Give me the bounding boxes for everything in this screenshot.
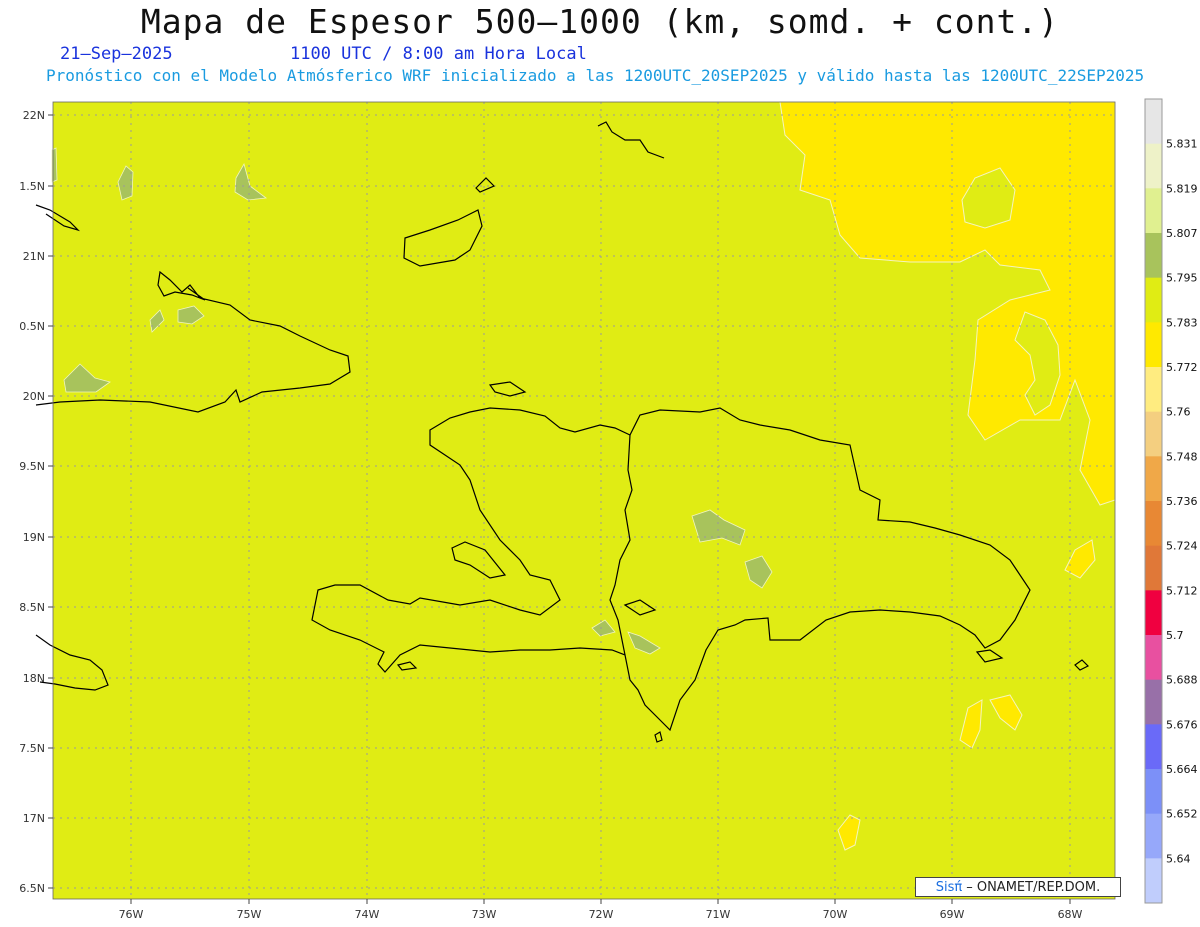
- colorbar-swatch: [1145, 724, 1162, 770]
- colorbar-level-label: 5.807: [1166, 227, 1198, 240]
- lat-label: 9.5N: [19, 460, 45, 473]
- lat-label: 19N: [23, 531, 45, 544]
- lon-label: 68W: [1058, 908, 1083, 921]
- colorbar-level-label: 5.748: [1166, 450, 1198, 463]
- colorbar-swatch: [1145, 143, 1162, 189]
- lat-label: 22N: [23, 109, 45, 122]
- credit-org: – ONAMET/REP.DOM.: [966, 879, 1101, 895]
- thickness-map: 22N 1.5N 21N 0.5N 20N 9.5N 19N 8.5N 18N …: [19, 98, 1198, 921]
- colorbar-level-label: 5.64: [1166, 852, 1191, 865]
- colorbar-level-label: 5.724: [1166, 540, 1198, 553]
- lat-label: 18N: [23, 672, 45, 685]
- colorbar-swatch: [1145, 277, 1162, 323]
- colorbar-level-label: 5.7: [1166, 629, 1184, 642]
- colorbar-level-label: 5.736: [1166, 495, 1198, 508]
- colorbar-swatch: [1145, 501, 1162, 547]
- colorbar-swatch: [1145, 545, 1162, 591]
- colorbar-swatch: [1145, 188, 1162, 234]
- colorbar-swatch: [1145, 367, 1162, 413]
- colorbar-swatch: [1145, 411, 1162, 457]
- colorbar-swatch: [1145, 233, 1162, 279]
- colorbar-level-label: 5.795: [1166, 272, 1198, 285]
- colorbar-level-label: 5.772: [1166, 361, 1198, 374]
- lat-label: 6.5N: [19, 882, 45, 895]
- colorbar-swatch: [1145, 456, 1162, 502]
- lat-label: 0.5N: [19, 320, 45, 333]
- lon-label: 75W: [237, 908, 262, 921]
- colorbar-level-label: 5.819: [1166, 182, 1198, 195]
- colorbar-level-label: 5.688: [1166, 674, 1198, 687]
- lon-label: 70W: [823, 908, 848, 921]
- colorbar-level-label: 5.652: [1166, 808, 1198, 821]
- colorbar-swatch: [1145, 769, 1162, 815]
- lon-label: 72W: [589, 908, 614, 921]
- lon-label: 76W: [119, 908, 144, 921]
- lon-label: 74W: [355, 908, 380, 921]
- colorbar-level-label: 5.712: [1166, 584, 1198, 597]
- lat-label: 7.5N: [19, 742, 45, 755]
- lon-label: 69W: [940, 908, 965, 921]
- lat-label: 21N: [23, 250, 45, 263]
- sis-logo-text: Sisπ́: [935, 879, 963, 895]
- lat-label: 8.5N: [19, 601, 45, 614]
- colorbar-swatch: [1145, 590, 1162, 636]
- colorbar-swatch: [1145, 858, 1162, 904]
- lat-label: 1.5N: [19, 180, 45, 193]
- colorbar-level-label: 5.76: [1166, 406, 1191, 419]
- colorbar-swatch: [1145, 679, 1162, 725]
- colorbar-level-label: 5.676: [1166, 718, 1198, 731]
- credit-box: Sisπ́ – ONAMET/REP.DOM.: [915, 877, 1121, 897]
- lat-label: 17N: [23, 812, 45, 825]
- lon-label: 71W: [706, 908, 731, 921]
- colorbar-swatch: [1145, 813, 1162, 859]
- lon-label: 73W: [472, 908, 497, 921]
- colorbar: [1144, 98, 1163, 904]
- colorbar-level-label: 5.831: [1166, 138, 1198, 151]
- colorbar-level-label: 5.664: [1166, 763, 1198, 776]
- lat-label: 20N: [23, 390, 45, 403]
- colorbar-level-label: 5.783: [1166, 316, 1198, 329]
- colorbar-swatch: [1145, 635, 1162, 681]
- colorbar-swatch: [1145, 99, 1162, 145]
- colorbar-swatch: [1145, 322, 1162, 368]
